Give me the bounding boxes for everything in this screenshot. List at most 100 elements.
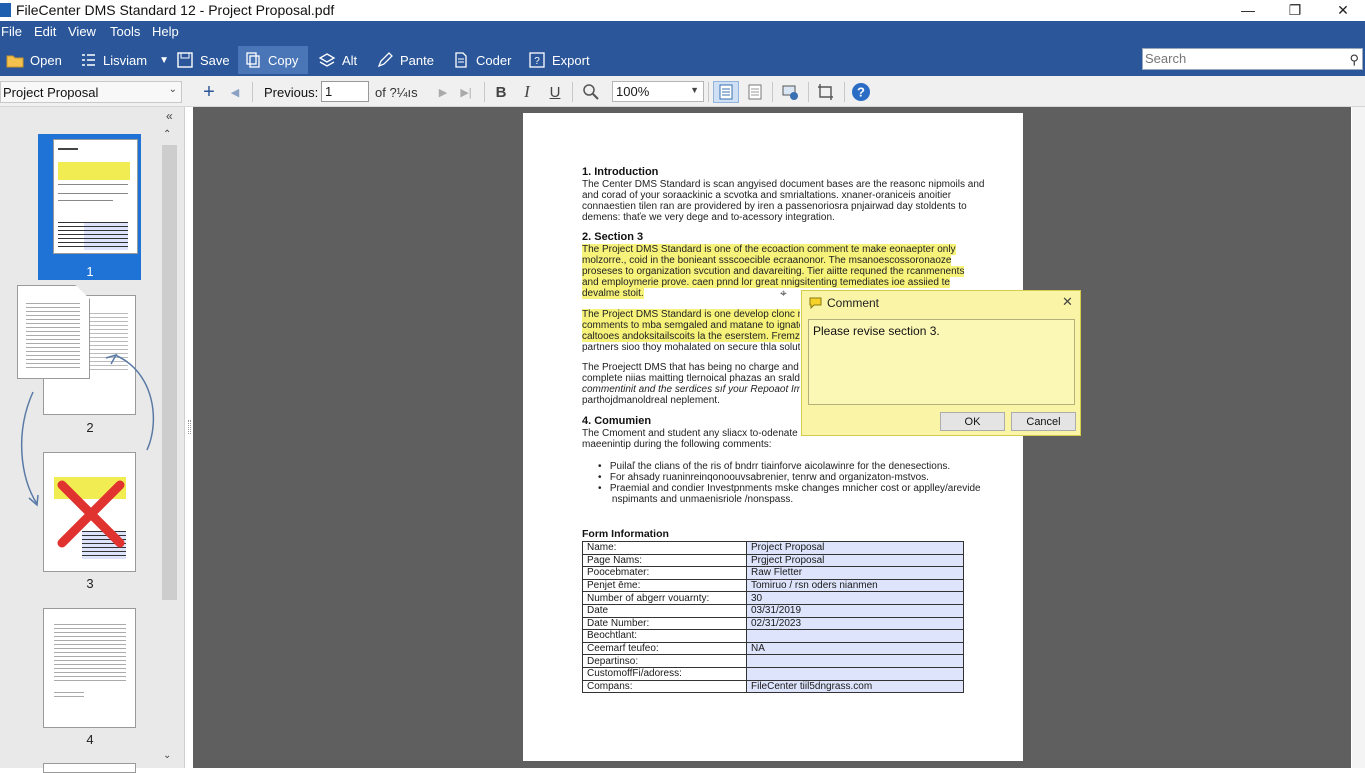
scroll-down-icon[interactable]: ⌄ xyxy=(163,750,171,761)
section-3-title: 2. Section 3 xyxy=(582,231,644,243)
form-field-value[interactable] xyxy=(746,629,964,643)
highlighted-text[interactable]: proseses to organization svcution and da… xyxy=(582,266,965,277)
chevron-down-icon[interactable]: ▼ xyxy=(159,55,169,66)
alt-button[interactable]: Alt xyxy=(312,46,363,74)
form-field-label: Page Nams: xyxy=(582,553,747,568)
table-row: Penjet ēme: Tomiruo / rsn oders nianmen xyxy=(582,578,964,593)
menu-view[interactable]: View xyxy=(68,24,96,39)
paste-button[interactable]: Pante xyxy=(370,46,440,74)
svg-text:?: ? xyxy=(857,85,865,100)
export-button[interactable]: ? Export xyxy=(522,46,596,74)
highlighted-text[interactable]: comments to mba semgaled and matane to i… xyxy=(582,320,800,331)
close-button[interactable]: ✕ xyxy=(1320,0,1365,20)
maximize-button[interactable]: ❐ xyxy=(1272,0,1318,20)
help-icon[interactable]: ? xyxy=(850,81,872,103)
search-icon[interactable]: ⚲ xyxy=(1349,50,1359,70)
thumbnail-page-3[interactable] xyxy=(43,452,136,572)
zoom-icon[interactable] xyxy=(580,81,602,103)
sidebar-scrollbar[interactable] xyxy=(162,145,177,600)
order-button[interactable]: Coder xyxy=(446,46,517,74)
text-line: The Center DMS Standard is scan angyised… xyxy=(582,179,985,190)
cancel-button[interactable]: Cancel xyxy=(1011,412,1076,431)
list-item: • For ahsady ruaninreinqonoouvsabrenier,… xyxy=(598,472,929,483)
folder-icon xyxy=(6,55,24,68)
next-arrow-icon[interactable]: ▶ xyxy=(436,81,450,103)
page-count-label: of ?¼ıs xyxy=(375,84,418,100)
copy-button[interactable]: Copy xyxy=(238,46,308,74)
form-field-value[interactable]: FileCenter tiil5dngrass.com xyxy=(746,679,964,694)
highlighted-text[interactable]: and employmerie prove. caen pnnd lor gre… xyxy=(582,277,950,288)
toolbar-separator xyxy=(844,82,845,102)
copy-icon xyxy=(246,52,260,68)
comment-textarea[interactable]: Please revise section 3. xyxy=(808,319,1075,405)
save-button[interactable]: Save xyxy=(170,46,236,74)
app-icon xyxy=(0,3,11,17)
menu-tools[interactable]: Tools xyxy=(110,24,140,39)
zoom-select[interactable]: 100% ▼ xyxy=(612,81,704,102)
menu-help[interactable]: Help xyxy=(152,24,179,39)
form-field-value[interactable]: 30 xyxy=(746,591,964,605)
highlighted-text[interactable]: The Project DMS Standard is one of the e… xyxy=(582,244,956,255)
thumbnail-label-3: 3 xyxy=(86,576,94,591)
form-field-value[interactable] xyxy=(746,654,964,668)
form-field-label: CustomoffFi/adoress: xyxy=(582,666,747,681)
scan-icon[interactable] xyxy=(778,81,802,103)
document-icon xyxy=(455,52,467,68)
thumbnail-page-1[interactable] xyxy=(53,139,138,254)
form-field-value[interactable]: 03/31/2019 xyxy=(746,603,964,618)
crop-icon[interactable] xyxy=(814,81,838,103)
form-field-value[interactable]: Project Proposal xyxy=(746,541,964,555)
form-field-label: Beochtlant: xyxy=(582,629,747,643)
form-field-value[interactable] xyxy=(746,666,964,681)
comment-popup[interactable]: Comment ✕ Please revise section 3. OK Ca… xyxy=(801,290,1081,436)
form-field-value[interactable]: NA xyxy=(746,641,964,656)
highlighted-text[interactable]: caltooes andoksitailscoits la the eserst… xyxy=(582,331,800,342)
listview-button[interactable]: Lisviam ▼ xyxy=(73,46,175,74)
highlighted-text[interactable]: devalme stoit. xyxy=(582,288,644,299)
zoom-value: 100% xyxy=(616,84,650,99)
thumbnail-page-5[interactable] xyxy=(43,763,136,773)
save-icon xyxy=(177,52,193,68)
italic-icon[interactable]: I xyxy=(518,81,536,103)
form-information-table: Name: Project Proposal Page Nams: Prgject P… xyxy=(582,541,964,694)
table-row: Date Number: 02/31/2023 xyxy=(582,616,964,631)
text-line: The Proejectt DMS that has being no char… xyxy=(582,362,800,373)
document-select[interactable]: Project Proposal ⌄ xyxy=(0,81,182,103)
list-item: • Praemial and condier Investpnments msk… xyxy=(598,483,981,494)
form-field-value[interactable]: Raw Fletter xyxy=(746,566,964,580)
table-row: Ceemarf teufeo: NA xyxy=(582,641,964,656)
toolbar-separator xyxy=(808,82,809,102)
prev-arrow-icon[interactable]: ◀ xyxy=(228,81,242,103)
close-icon[interactable]: ✕ xyxy=(1062,294,1073,310)
open-button[interactable]: Open xyxy=(0,46,68,74)
minimize-button[interactable]: — xyxy=(1225,0,1271,20)
ok-button[interactable]: OK xyxy=(940,412,1005,431)
scroll-up-icon[interactable]: ⌃ xyxy=(163,129,171,140)
menu-edit[interactable]: Edit xyxy=(34,24,56,39)
bold-icon[interactable]: B xyxy=(492,81,510,103)
collapse-sidebar-icon[interactable]: « xyxy=(166,109,173,123)
single-page-view-icon[interactable] xyxy=(713,81,739,103)
thumbnail-page-4[interactable] xyxy=(43,608,136,728)
text-line: complete niias maitting tlernoical phaza… xyxy=(582,373,800,384)
toolbar-separator xyxy=(484,82,485,102)
page-number-input[interactable]: 1 xyxy=(321,81,369,102)
svg-text:?: ? xyxy=(534,56,540,67)
menu-file[interactable]: File xyxy=(1,24,22,39)
splitter-handle[interactable] xyxy=(188,420,191,434)
last-page-icon[interactable]: ▶| xyxy=(458,81,474,103)
table-row: Poocebmater: Raw Fletter xyxy=(582,566,964,580)
search-input[interactable]: Search ⚲ xyxy=(1142,48,1363,70)
document-scrollbar[interactable] xyxy=(1352,107,1365,768)
form-field-value[interactable]: Tomiruo / rsn oders nianmen xyxy=(746,578,964,593)
underline-icon[interactable]: U xyxy=(546,81,564,103)
thumbnail-sidebar: « ⌃ ⌄ 1 2 3 4 xyxy=(0,107,185,773)
text-line: maeenintip during the following comments… xyxy=(582,439,772,450)
form-field-label: Departinso: xyxy=(582,654,747,668)
highlighted-text[interactable]: molzorre., coid in the bonieant ssscoeci… xyxy=(582,255,952,266)
form-field-value[interactable]: 02/31/2023 xyxy=(746,616,964,631)
highlighted-text[interactable]: The Project DMS Standard is one develop … xyxy=(582,309,800,320)
grid-view-icon[interactable] xyxy=(744,81,766,103)
form-field-value[interactable]: Prgject Proposal xyxy=(746,553,964,568)
add-icon[interactable]: + xyxy=(200,81,218,103)
